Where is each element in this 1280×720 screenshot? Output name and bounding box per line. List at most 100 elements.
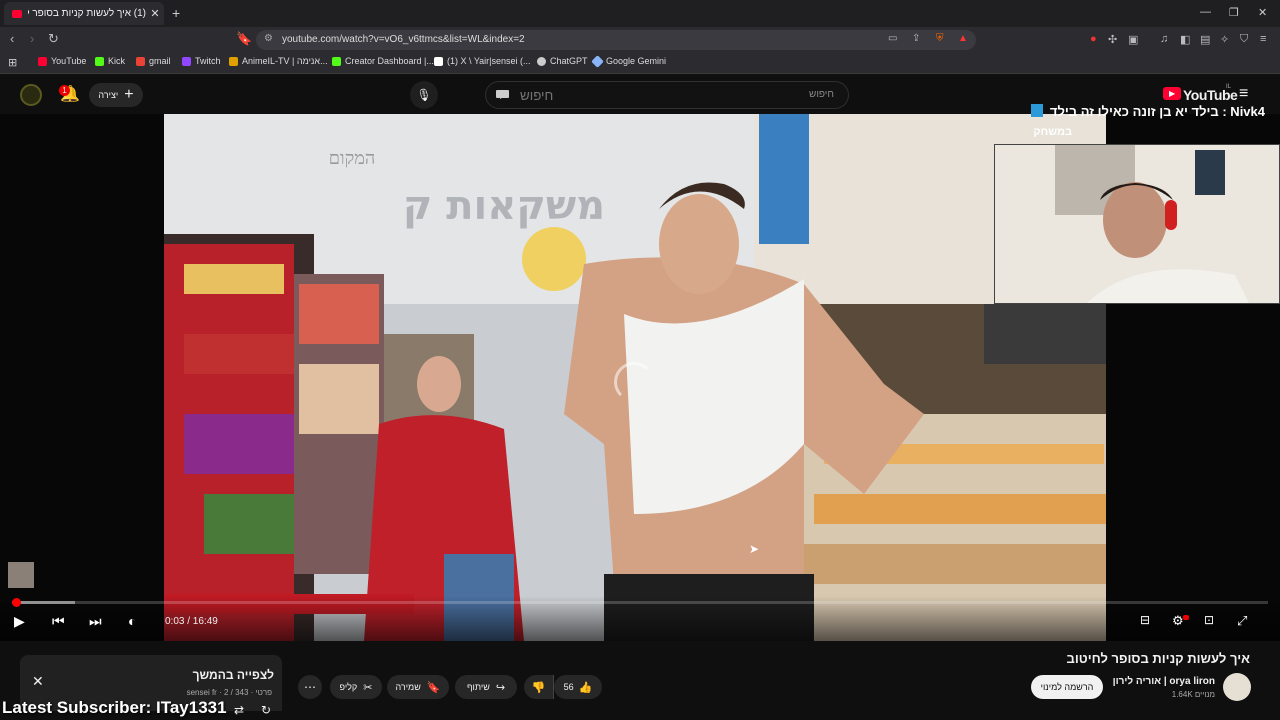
site-info-icon[interactable]: ⚙ — [264, 33, 273, 44]
close-window-icon[interactable]: ✕ — [1258, 6, 1267, 19]
search-box: ⌕ חיפוש — [485, 81, 849, 109]
volume-icon[interactable]: ◐ — [128, 613, 136, 629]
previous-icon[interactable]: ⏮ — [52, 613, 65, 630]
close-playlist-icon[interactable]: ✕ — [32, 673, 44, 690]
bookmark-favicon-icon — [182, 56, 191, 66]
url-bar[interactable]: ⚙ youtube.com/watch?v=vO6_v6ttmcs&list=W… — [256, 30, 976, 50]
share-page-icon[interactable]: ⇪ — [912, 33, 920, 44]
close-tab-icon[interactable]: ✕ — [146, 7, 164, 20]
wallet-icon[interactable]: ▤ — [1200, 33, 1210, 46]
url-text: youtube.com/watch?v=vO6_v6ttmcs&list=WL&… — [282, 34, 525, 45]
voice-search-button[interactable]: 🎙 — [410, 81, 438, 109]
cast-icon[interactable]: ▭ — [888, 33, 897, 44]
keyboard-icon[interactable] — [496, 90, 509, 98]
share-arrow-icon: ↪ — [495, 681, 506, 694]
bookmark-favicon-icon — [95, 56, 104, 66]
loop-icon[interactable]: ↻ — [261, 703, 271, 717]
play-icon[interactable]: ▶ — [14, 613, 25, 630]
store-sign-text: משקאות ק — [403, 183, 605, 229]
bookmark-label: (1) X \ Yair|sensei (... — [447, 56, 531, 66]
bookmark-favicon-icon — [38, 56, 47, 66]
thumbs-down-icon: 👎 — [531, 681, 546, 694]
bookmark-gmail[interactable]: gmail — [136, 56, 171, 66]
game-icon — [1031, 104, 1043, 117]
settings-gear-icon[interactable]: ⚙ — [1172, 613, 1184, 629]
bookmark-x[interactable]: (1) X \ Yair|sensei (... — [434, 56, 531, 66]
browser-tab-strip: (1) איך לעשות קניות בסופר לחיטוב ✕ + — ❐… — [0, 0, 1280, 27]
scissors-icon[interactable]: ✂ — [363, 681, 372, 694]
vpn-icon[interactable]: ⛉ — [1240, 33, 1248, 46]
like-button[interactable]: 56 👍 — [554, 675, 602, 699]
search-input[interactable] — [520, 85, 820, 105]
extension-record-icon[interactable]: ● — [1090, 33, 1097, 45]
subscribe-label: הרשמה למינוי — [1040, 682, 1094, 692]
bookmark-icon: 🔖 — [426, 681, 441, 694]
bookmark-twitch[interactable]: Twitch — [182, 56, 221, 66]
bookmark-favicon-icon — [537, 56, 546, 66]
clip-label: קליפ — [339, 682, 358, 692]
bookmark-page-icon[interactable]: 🔖 — [236, 31, 252, 47]
media-icon[interactable]: ♫ — [1160, 33, 1168, 45]
share-button[interactable]: שיתוף ↪ — [455, 675, 517, 699]
loading-spinner-icon — [614, 362, 654, 402]
create-label: יצירה — [98, 90, 119, 100]
next-icon[interactable]: ⏭ — [89, 613, 102, 630]
bookmarks-bar: ⊞ YouTube Kick gmail Twitch AnimeIL-TV |… — [0, 53, 1280, 74]
minimize-icon[interactable]: — — [1200, 6, 1211, 18]
save-button[interactable]: שמירה 🔖 — [387, 675, 449, 699]
reader-icon[interactable]: ◧ — [1180, 33, 1190, 46]
thumbs-up-icon: 👍 — [578, 681, 593, 694]
brave-shield-icon[interactable]: ⛨ — [936, 33, 944, 44]
progress-scrubber[interactable] — [11, 598, 21, 607]
bookmark-kick[interactable]: Kick — [95, 56, 125, 66]
miniplayer-icon[interactable]: ⊡ — [1204, 613, 1214, 627]
back-icon[interactable]: ‹ — [10, 31, 14, 46]
search-placeholder: חיפוש — [809, 89, 834, 100]
channel-avatar[interactable] — [1223, 673, 1251, 701]
time-display: 0:03 / 16:49 — [165, 616, 218, 627]
bookmark-animeil[interactable]: AnimeIL-TV | אנימה... — [229, 56, 328, 66]
bookmark-label: YouTube — [51, 56, 87, 66]
create-button[interactable]: יצירה + — [89, 83, 143, 107]
bookmark-chatgpt[interactable]: ChatGPT — [537, 56, 588, 66]
forward-icon[interactable]: › — [30, 31, 34, 46]
notification-count-badge: 1 — [59, 85, 70, 96]
progress-buffered — [12, 601, 75, 604]
plus-icon: + — [124, 86, 134, 103]
bookmark-gemini[interactable]: Google Gemini — [591, 54, 667, 68]
subtitles-icon[interactable]: ⊟ — [1140, 613, 1150, 627]
streamer-emote-thumbnail — [8, 562, 34, 588]
menu-icon[interactable]: ≡ — [1260, 33, 1266, 45]
brave-rewards-icon[interactable]: ▲ — [958, 33, 968, 44]
progress-bar[interactable] — [11, 598, 1268, 607]
channel-name[interactable]: אוריה לירון | orya liron — [1113, 676, 1215, 687]
bookmark-label: Google Gemini — [606, 56, 667, 66]
extensions-icon[interactable]: ✣ — [1108, 33, 1117, 46]
subscribe-button[interactable]: הרשמה למינוי — [1031, 675, 1103, 699]
share-label: שיתוף — [466, 682, 490, 692]
bookmark-label: Twitch — [195, 56, 221, 66]
bookmark-favicon-icon — [434, 56, 443, 66]
youtube-favicon-icon — [12, 9, 22, 18]
leo-ai-icon[interactable]: ✧ — [1220, 33, 1229, 46]
bookmark-creator-dashboard[interactable]: Creator Dashboard |... — [332, 56, 434, 66]
stream-status: במשחק — [1033, 126, 1072, 138]
bookmark-label: gmail — [149, 56, 171, 66]
fullscreen-icon[interactable]: ⤢ — [1237, 613, 1247, 629]
maximize-icon[interactable]: ❐ — [1229, 6, 1239, 19]
reload-icon[interactable]: ↻ — [48, 31, 59, 47]
shuffle-icon[interactable]: ⇄ — [234, 703, 244, 717]
account-avatar[interactable] — [20, 84, 42, 106]
dislike-button[interactable]: 👎 — [524, 675, 554, 699]
more-actions-button[interactable]: ⋯ — [298, 675, 322, 699]
region-code: IL — [1226, 84, 1232, 90]
bookmark-youtube[interactable]: YouTube — [38, 56, 86, 66]
guide-menu-icon[interactable]: ≡ — [1239, 85, 1248, 103]
sidebar-toggle-icon[interactable]: ▣ — [1128, 33, 1138, 46]
apps-grid-icon[interactable]: ⊞ — [8, 56, 17, 69]
bookmark-favicon-icon — [332, 56, 341, 66]
clip-button[interactable]: קליפ ✂ — [330, 675, 382, 699]
like-count: 56 — [563, 682, 574, 692]
browser-tab[interactable]: (1) איך לעשות קניות בסופר לחיטוב ✕ — [4, 2, 164, 25]
new-tab-icon[interactable]: + — [172, 5, 180, 21]
